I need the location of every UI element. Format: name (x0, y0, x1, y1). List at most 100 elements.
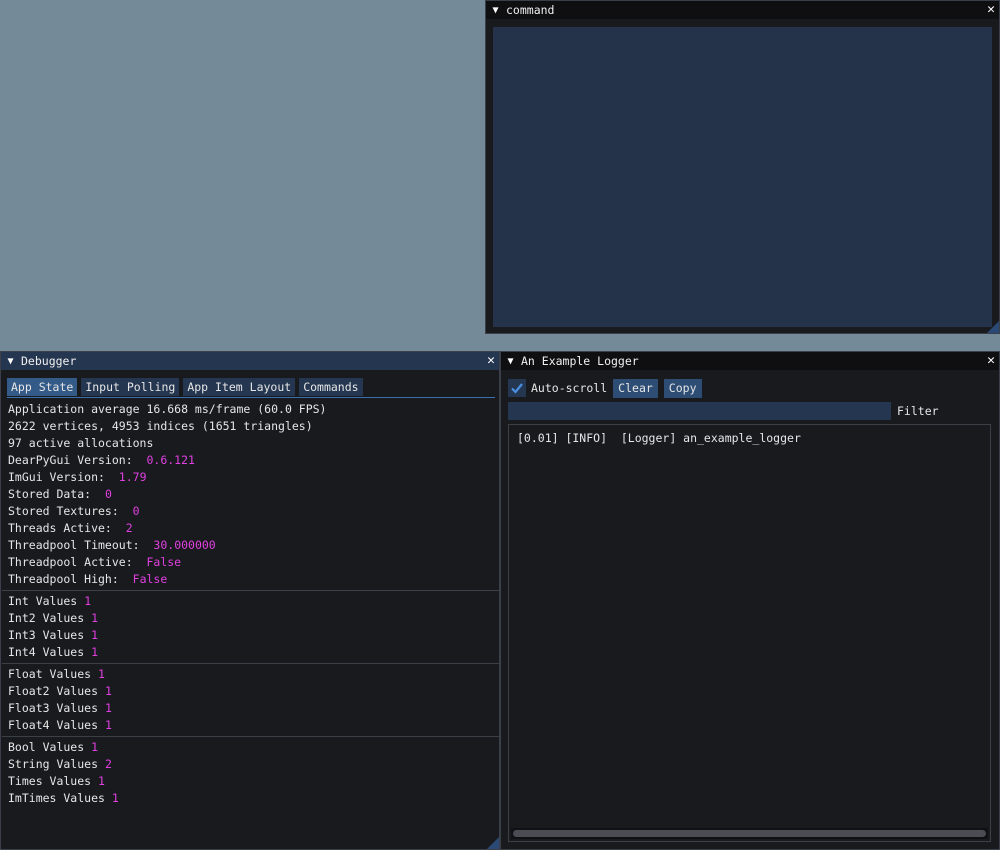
log-output[interactable]: [0.01] [INFO] [Logger] an_example_logger (508, 424, 991, 842)
logger-titlebar[interactable]: ▼ An Example Logger ✕ (501, 352, 999, 370)
int-value: 1 (84, 594, 92, 608)
separator (2, 736, 501, 737)
state-value: 1.79 (118, 470, 147, 484)
int-value: 1 (91, 645, 99, 659)
auto-scroll-label: Auto-scroll (531, 381, 608, 395)
misc-row: ImTimes Values 1 (8, 790, 495, 807)
filter-input[interactable] (508, 402, 891, 420)
clear-button[interactable]: Clear (613, 378, 658, 398)
command-titlebar[interactable]: ▼ command ✕ (486, 1, 999, 19)
state-row: Threadpool Active: False (8, 554, 495, 571)
misc-label: ImTimes Values (8, 791, 105, 805)
misc-value: 1 (111, 791, 119, 805)
command-window-title: command (506, 3, 555, 17)
command-canvas[interactable] (493, 27, 992, 327)
resize-grip[interactable] (987, 321, 999, 333)
state-value: 2 (125, 521, 133, 535)
float-label: Float3 Values (8, 701, 99, 715)
close-icon[interactable]: ✕ (487, 352, 495, 370)
state-label: Threadpool Active: (8, 555, 133, 569)
command-window: ▼ command ✕ (485, 0, 1000, 334)
logger-toolbar: Auto-scroll Clear Copy (508, 378, 992, 398)
state-row: Threadpool Timeout: 30.000000 (8, 537, 495, 554)
float-row: Float4 Values 1 (8, 717, 495, 734)
float-value: 1 (104, 684, 112, 698)
tab-app-item-layout[interactable]: App Item Layout (183, 378, 296, 396)
state-value: 0.6.121 (146, 453, 195, 467)
float-row: Float2 Values 1 (8, 683, 495, 700)
collapse-triangle-icon[interactable]: ▼ (505, 356, 516, 367)
float-row: Float3 Values 1 (8, 700, 495, 717)
collapse-triangle-icon[interactable]: ▼ (490, 5, 501, 16)
state-label: Stored Textures: (8, 504, 119, 518)
state-row: ImGui Version: 1.79 (8, 469, 495, 486)
app-state-panel: Application average 16.668 ms/frame (60.… (2, 401, 501, 807)
int-value: 1 (91, 628, 99, 642)
state-label: Threadpool High: (8, 572, 119, 586)
float-value: 1 (104, 718, 112, 732)
collapse-triangle-icon[interactable]: ▼ (5, 356, 16, 367)
misc-value: 1 (98, 774, 105, 788)
int-label: Int Values (8, 594, 78, 608)
state-label: DearPyGui Version: (8, 453, 133, 467)
int-row: Int2 Values 1 (8, 610, 495, 627)
misc-label: Times Values (8, 774, 92, 788)
misc-label: String Values (8, 757, 99, 771)
allocations-text: 97 active allocations (8, 436, 154, 450)
copy-button[interactable]: Copy (663, 378, 702, 398)
misc-value: 1 (91, 740, 99, 754)
state-value: 30.000000 (153, 538, 216, 552)
debugger-window: ▼ Debugger ✕ App State Input Polling App… (0, 351, 501, 850)
separator (2, 590, 501, 591)
filter-label: Filter (897, 404, 939, 418)
horizontal-scrollbar[interactable] (511, 828, 988, 839)
logger-window-title: An Example Logger (521, 354, 639, 368)
int-row: Int3 Values 1 (8, 627, 495, 644)
tab-commands[interactable]: Commands (299, 378, 363, 396)
debugger-window-title: Debugger (21, 354, 77, 368)
state-row: Threadpool High: False (8, 571, 495, 588)
float-label: Float2 Values (8, 684, 99, 698)
state-row: Stored Data: 0 (8, 486, 495, 503)
state-row: Stored Textures: 0 (8, 503, 495, 520)
int-row: Int Values 1 (8, 593, 495, 610)
float-row: Float Values 1 (8, 666, 495, 683)
vertices-text: 2622 vertices, 4953 indices (1651 triang… (8, 419, 313, 433)
int-row: Int4 Values 1 (8, 644, 495, 661)
tab-app-state[interactable]: App State (7, 378, 78, 396)
int-label: Int2 Values (8, 611, 85, 625)
misc-row: Bool Values 1 (8, 739, 495, 756)
close-icon[interactable]: ✕ (987, 1, 995, 19)
float-value: 1 (98, 667, 105, 681)
misc-row: String Values 2 (8, 756, 495, 773)
scrollbar-thumb[interactable] (513, 830, 986, 837)
logger-window: ▼ An Example Logger ✕ Auto-scroll Clear … (500, 351, 1000, 850)
resize-grip[interactable] (487, 837, 499, 849)
state-row: DearPyGui Version: 0.6.121 (8, 452, 495, 469)
debugger-tab-bar: App State Input Polling App Item Layout … (7, 378, 495, 398)
float-value: 1 (104, 701, 112, 715)
state-value: False (132, 572, 168, 586)
separator (2, 663, 501, 664)
int-value: 1 (91, 611, 99, 625)
misc-row: Times Values 1 (8, 773, 495, 790)
log-line: [0.01] [INFO] [Logger] an_example_logger (517, 431, 801, 445)
misc-value: 2 (104, 757, 112, 771)
auto-scroll-checkbox[interactable] (508, 379, 526, 397)
state-label: ImGui Version: (8, 470, 105, 484)
close-icon[interactable]: ✕ (987, 352, 995, 370)
debugger-titlebar[interactable]: ▼ Debugger ✕ (1, 352, 499, 370)
state-value: 0 (132, 504, 140, 518)
int-label: Int3 Values (8, 628, 85, 642)
state-value: 0 (104, 487, 112, 501)
state-label: Threads Active: (8, 521, 112, 535)
misc-label: Bool Values (8, 740, 85, 754)
int-label: Int4 Values (8, 645, 85, 659)
fps-text: Application average 16.668 ms/frame (60.… (8, 402, 327, 416)
state-value: False (146, 555, 182, 569)
tab-input-polling[interactable]: Input Polling (81, 378, 180, 396)
state-row: Threads Active: 2 (8, 520, 495, 537)
float-label: Float Values (8, 667, 92, 681)
float-label: Float4 Values (8, 718, 99, 732)
state-label: Threadpool Timeout: (8, 538, 140, 552)
